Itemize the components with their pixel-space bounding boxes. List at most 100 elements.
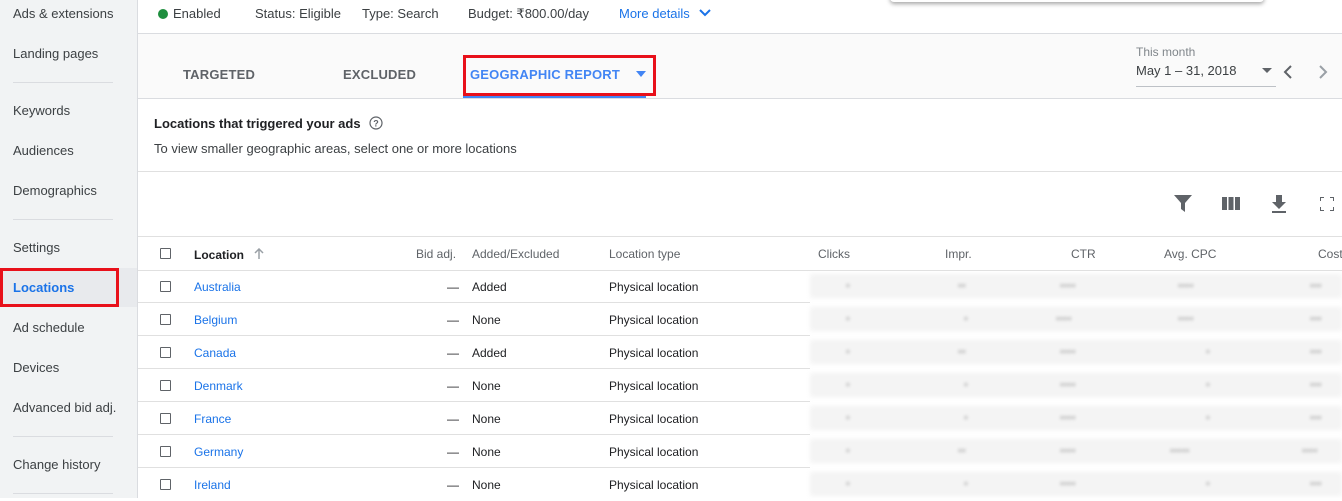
column-header-location-type[interactable]: Location type	[609, 247, 680, 261]
popup-panel-edge	[890, 0, 1264, 2]
added-excluded-value: Added	[472, 280, 507, 294]
select-all-checkbox[interactable]	[160, 248, 171, 259]
blurred-value: ▪▪▪	[1310, 412, 1322, 424]
column-header-bid-adj[interactable]: Bid adj.	[416, 247, 456, 261]
section-title: Locations that triggered your ads ?	[154, 116, 383, 131]
sidebar-divider	[13, 436, 113, 437]
tab-geographic-report[interactable]: GEOGRAPHIC REPORT	[470, 67, 646, 82]
location-link[interactable]: Ireland	[194, 478, 231, 492]
row-checkbox[interactable]	[160, 446, 171, 457]
enabled-status: Enabled	[158, 6, 221, 21]
added-excluded-value: None	[472, 313, 501, 327]
column-header-clicks[interactable]: Clicks	[818, 247, 850, 261]
column-header-added-excluded[interactable]: Added/Excluded	[472, 247, 559, 261]
location-type-value: Physical location	[609, 379, 699, 393]
more-details-link[interactable]: More details	[619, 6, 712, 21]
help-icon[interactable]: ?	[369, 116, 383, 130]
date-range-label: This month	[1136, 45, 1196, 59]
sidebar-item-change-history[interactable]: Change history	[13, 457, 100, 473]
blurred-value: ▪	[846, 280, 850, 292]
blurred-value: ▪▪▪▪	[1060, 379, 1076, 391]
active-tab-indicator	[463, 95, 646, 98]
more-details-label: More details	[619, 6, 690, 21]
sidebar-item-ads-extensions[interactable]: Ads & extensions	[13, 6, 113, 22]
added-excluded-value: Added	[472, 346, 507, 360]
location-type-value: Physical location	[609, 478, 699, 492]
column-header-ctr[interactable]: CTR	[1071, 247, 1096, 261]
blurred-value: ▪▪	[958, 346, 966, 358]
chevron-right-icon[interactable]	[1318, 65, 1328, 79]
table-row: Canada — Added Physical location ▪ ▪▪ ▪▪…	[138, 336, 1342, 369]
blurred-value: ▪▪▪▪	[1056, 313, 1072, 325]
location-type-value: Physical location	[609, 412, 699, 426]
table-row: Ireland — None Physical location ▪ ▪ ▪▪▪…	[138, 468, 1342, 501]
sidebar-item-keywords[interactable]: Keywords	[13, 103, 70, 119]
column-header-location-label: Location	[194, 248, 244, 262]
location-link[interactable]: Denmark	[194, 379, 243, 393]
blurred-value: ▪▪▪	[1310, 478, 1322, 490]
table-row: Denmark — None Physical location ▪ ▪ ▪▪▪…	[138, 369, 1342, 402]
blurred-value: ▪	[964, 379, 968, 391]
table-row: France — None Physical location ▪ ▪ ▪▪▪▪…	[138, 402, 1342, 435]
sidebar-item-settings[interactable]: Settings	[13, 240, 60, 256]
columns-icon[interactable]	[1222, 197, 1240, 210]
blurred-value: ▪▪	[958, 445, 966, 457]
location-link[interactable]: Germany	[194, 445, 243, 459]
sidebar-item-landing-pages[interactable]: Landing pages	[13, 46, 98, 62]
date-range-underline	[1136, 86, 1276, 87]
column-header-location[interactable]: Location	[194, 247, 264, 262]
blurred-value: ▪▪▪▪	[1178, 280, 1194, 292]
blurred-value: ▪	[846, 478, 850, 490]
blurred-value: ▪▪▪▪▪	[1170, 445, 1190, 457]
blurred-value: ▪▪▪	[1310, 346, 1322, 358]
row-checkbox[interactable]	[160, 380, 171, 391]
location-type-value: Physical location	[609, 445, 699, 459]
sidebar-item-devices[interactable]: Devices	[13, 360, 59, 376]
blurred-value: ▪	[1206, 412, 1210, 424]
chevron-left-icon[interactable]	[1283, 65, 1293, 79]
filter-icon[interactable]	[1174, 195, 1192, 212]
sidebar-item-demographics[interactable]: Demographics	[13, 183, 97, 199]
blurred-value: ▪	[964, 478, 968, 490]
bid-adj-value: —	[447, 280, 459, 294]
location-link[interactable]: France	[194, 412, 231, 426]
row-checkbox[interactable]	[160, 413, 171, 424]
blurred-value: ▪	[1206, 478, 1210, 490]
row-checkbox[interactable]	[160, 479, 171, 490]
tab-excluded[interactable]: EXCLUDED	[343, 67, 416, 82]
tab-targeted[interactable]: TARGETED	[183, 67, 255, 82]
date-range-selector[interactable]: May 1 – 31, 2018	[1136, 63, 1273, 78]
added-excluded-value: None	[472, 412, 501, 426]
blurred-value: ▪▪▪▪	[1060, 445, 1076, 457]
campaign-budget: Budget: ₹800.00/day	[468, 6, 590, 21]
blurred-value: ▪	[846, 379, 850, 391]
blurred-value: ▪▪▪▪	[1060, 346, 1076, 358]
sidebar-item-ad-schedule[interactable]: Ad schedule	[13, 320, 85, 336]
location-type-value: Physical location	[609, 280, 699, 294]
location-link[interactable]: Canada	[194, 346, 236, 360]
bid-adj-value: —	[447, 412, 459, 426]
caret-down-icon	[1262, 68, 1273, 73]
download-icon[interactable]	[1271, 195, 1287, 213]
sidebar-item-advanced-bid-adj[interactable]: Advanced bid adj.	[13, 400, 116, 416]
column-header-avg-cpc[interactable]: Avg. CPC	[1164, 247, 1216, 261]
column-header-cost[interactable]: Cost	[1318, 247, 1342, 261]
table-row: Australia — Added Physical location ▪ ▪▪…	[138, 270, 1342, 303]
bid-adj-value: —	[447, 379, 459, 393]
added-excluded-value: None	[472, 445, 501, 459]
sidebar-item-locations[interactable]: Locations	[13, 280, 74, 296]
blurred-value: ▪	[964, 412, 968, 424]
row-checkbox[interactable]	[160, 281, 171, 292]
fullscreen-icon[interactable]	[1320, 197, 1334, 211]
location-link[interactable]: Belgium	[194, 313, 237, 327]
column-header-impr[interactable]: Impr.	[945, 247, 972, 261]
caret-down-icon	[635, 71, 646, 77]
sidebar-item-audiences[interactable]: Audiences	[13, 143, 74, 159]
location-link[interactable]: Australia	[194, 280, 241, 294]
row-checkbox[interactable]	[160, 347, 171, 358]
sidebar-divider	[13, 493, 113, 494]
blurred-value: ▪	[964, 313, 968, 325]
row-checkbox[interactable]	[160, 314, 171, 325]
blurred-value: ▪	[846, 346, 850, 358]
section-title-text: Locations that triggered your ads	[154, 116, 361, 131]
